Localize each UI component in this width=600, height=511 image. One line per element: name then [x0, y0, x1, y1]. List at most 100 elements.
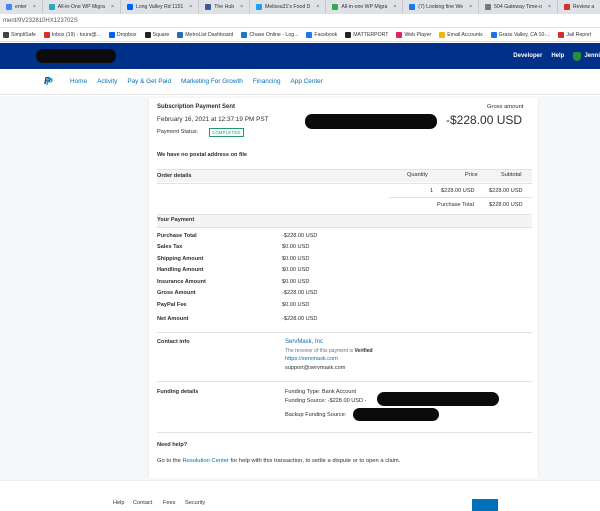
divider: [157, 432, 532, 433]
page-footer: Help Contact Fees Security: [0, 480, 600, 511]
browser-tab-strip: enter × All-in-One WP Migra × Long Valley Rd…: [0, 0, 600, 14]
bookmark-item[interactable]: Inbox (19) - tours@...: [43, 31, 101, 38]
tab-label: Long Valley Rd 1151: [135, 4, 184, 10]
purchase-total-label: Purchase Total: [437, 202, 474, 208]
transaction-date: February 16, 2021 at 12:37:19 PM PST: [157, 116, 269, 123]
bookmark-favicon-icon: [490, 31, 497, 38]
help-link[interactable]: Help: [551, 53, 564, 59]
bookmarks-bar: SimpliSafe Inbox (19) - tours@... Dropbox S…: [0, 28, 600, 42]
footer-fees-link[interactable]: Fees: [163, 500, 175, 506]
bookmark-label: Facebook: [314, 31, 338, 38]
divider: [157, 332, 532, 333]
main-nav: P P Home Activity Pay & Get Paid Marketi…: [0, 69, 600, 95]
nav-pay-get-paid[interactable]: Pay & Get Paid: [127, 78, 171, 85]
resolution-center-link[interactable]: Resolution Center: [182, 458, 228, 464]
payment-row-label: Shipping Amount: [157, 256, 204, 262]
bookmark-favicon-icon: [439, 31, 446, 38]
browser-tab[interactable]: All-in-One WP Migra ×: [43, 0, 121, 14]
order-quantity: 1: [430, 188, 434, 194]
merchant-email: support@servmask.com: [285, 365, 346, 371]
transaction-title: Subscription Payment Sent: [157, 104, 236, 110]
merchant-website-link[interactable]: https://servmask.com: [285, 356, 338, 362]
close-icon[interactable]: ×: [393, 4, 396, 10]
nav-home[interactable]: Home: [70, 78, 87, 85]
close-icon[interactable]: ×: [548, 4, 551, 10]
tab-label: (7) Looking fine We: [418, 4, 464, 10]
contact-info-label: Contact info: [157, 339, 190, 345]
paypal-top-bar: Developer Help Jenni: [0, 43, 600, 69]
bookmark-item[interactable]: Facebook: [306, 31, 338, 38]
purchase-total-value: $228.00 USD: [489, 202, 523, 208]
funding-details-label: Funding details: [157, 389, 199, 395]
funding-source: Funding Source: -$228.00 USD -: [285, 398, 367, 404]
nav-marketing[interactable]: Marketing For Growth: [181, 78, 243, 85]
payment-row-label: PayPal Fee: [157, 302, 187, 308]
bookmark-item[interactable]: Grass Valley, CA 10-...: [490, 31, 550, 38]
close-icon[interactable]: ×: [316, 4, 319, 10]
merchant-name-link[interactable]: ServMask, Inc: [285, 339, 323, 345]
shield-icon: [573, 51, 582, 61]
browser-tab[interactable]: Long Valley Rd 1151 ×: [121, 0, 200, 14]
payment-row-value: $0.00 USD: [282, 279, 310, 285]
tab-favicon-icon: [409, 4, 416, 10]
bookmark-favicon-icon: [558, 31, 565, 38]
browser-tab[interactable]: 504 Gateway Time-o ×: [479, 0, 558, 14]
footer-contact-link[interactable]: Contact: [133, 500, 152, 506]
browser-tab[interactable]: The Hub ×: [199, 0, 251, 14]
address-bar[interactable]: ment/9V232810HX123702S: [0, 14, 600, 28]
tab-favicon-icon: [126, 4, 133, 10]
browser-tab[interactable]: enter ×: [0, 0, 43, 14]
developer-link[interactable]: Developer: [513, 53, 542, 59]
bookmark-label: SimpliSafe: [11, 31, 36, 38]
paypal-logo[interactable]: P P: [44, 76, 54, 88]
payment-row-label: Sales Tax: [157, 244, 183, 250]
bookmark-item[interactable]: SimpliSafe: [3, 31, 36, 38]
bookmark-item[interactable]: MATTERPORT: [345, 31, 389, 38]
feedback-button[interactable]: [472, 499, 498, 511]
your-payment-heading: Your Payment: [157, 217, 195, 223]
bookmark-label: MATTERPORT: [353, 31, 389, 38]
payment-row-value: $0.00 USD: [282, 256, 310, 262]
browser-tab[interactable]: Melissa31's Food D ×: [250, 0, 327, 14]
close-icon[interactable]: ×: [189, 4, 192, 10]
close-icon[interactable]: ×: [240, 4, 243, 10]
bookmark-item[interactable]: Dropbox: [108, 31, 137, 38]
tab-label: All-in-One WP Migra: [57, 4, 105, 10]
browser-tab[interactable]: All-in-one WP Migra ×: [326, 0, 404, 14]
payment-row-value: $0.00 USD: [282, 302, 310, 308]
footer-security-link[interactable]: Security: [185, 500, 205, 506]
divider: [389, 197, 532, 198]
bookmark-label: Inbox (19) - tours@...: [51, 31, 101, 38]
bookmark-label: Chase Online - Log...: [249, 31, 299, 38]
nav-financing[interactable]: Financing: [253, 78, 281, 85]
order-price: $228.00 USD: [441, 188, 475, 194]
bookmark-item[interactable]: Email Accounts: [439, 31, 483, 38]
bookmark-item[interactable]: Web Player: [396, 31, 431, 38]
nav-activity[interactable]: Activity: [97, 78, 117, 85]
browser-tab[interactable]: Review a×: [558, 0, 600, 14]
verified-prefix: The receiver of this payment is: [285, 348, 354, 354]
user-name[interactable]: Jenni: [584, 53, 600, 59]
tab-favicon-icon: [332, 4, 339, 10]
close-icon[interactable]: ×: [111, 4, 114, 10]
payment-row-value: -$228.00 USD: [282, 290, 318, 296]
divider: [157, 227, 532, 228]
need-help-label: Need help?: [157, 442, 188, 448]
bookmark-favicon-icon: [306, 31, 313, 38]
nav-app-center[interactable]: App Center: [291, 78, 323, 85]
close-icon[interactable]: ×: [469, 4, 472, 10]
close-icon[interactable]: ×: [33, 4, 36, 10]
gross-amount-value: -$228.00 USD: [446, 113, 523, 127]
payment-row-value: $0.00 USD: [282, 244, 310, 250]
bookmark-item[interactable]: MetroList Dashboard: [177, 31, 233, 38]
verified-note: The receiver of this payment is Verified: [285, 348, 373, 354]
bookmark-item[interactable]: Chase Online - Log...: [241, 31, 299, 38]
bookmark-item[interactable]: Jail Report: [558, 31, 592, 38]
bookmark-item[interactable]: Square: [144, 31, 169, 38]
browser-tab[interactable]: (7) Looking fine We ×: [403, 0, 480, 14]
bookmark-label: Jail Report: [566, 31, 592, 38]
redacted-block: [305, 114, 437, 129]
col-quantity: Quantity: [407, 172, 428, 178]
status-badge: COMPLETED: [209, 128, 244, 137]
footer-help-link[interactable]: Help: [113, 500, 125, 506]
